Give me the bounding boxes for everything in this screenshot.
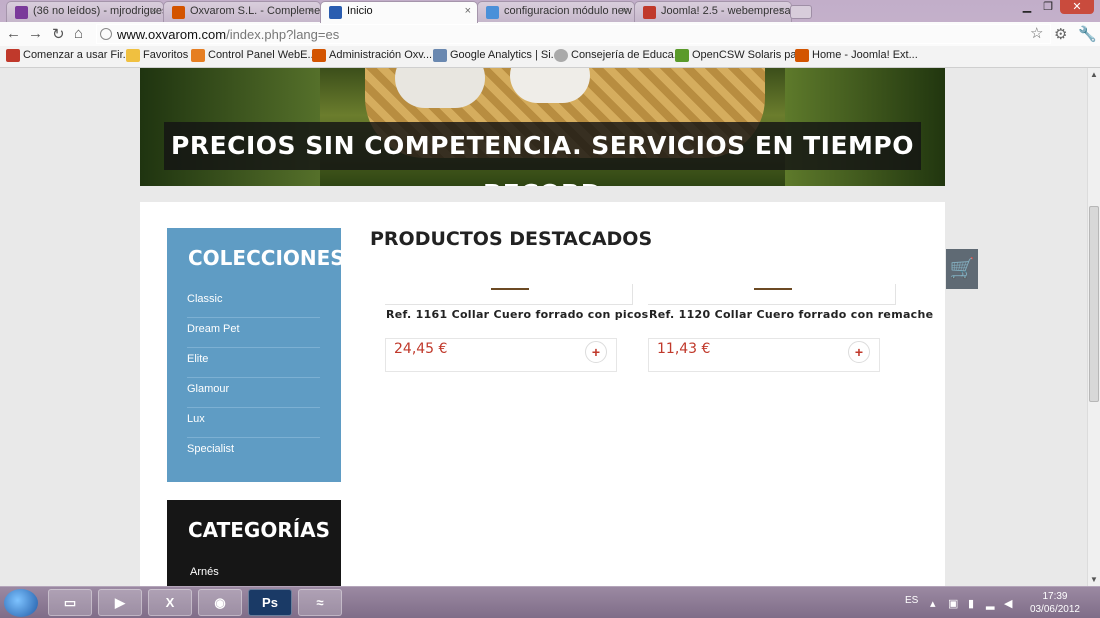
folder-icon: [126, 49, 140, 62]
add-to-cart-button[interactable]: +: [585, 341, 607, 363]
home-icon[interactable]: ⌂: [74, 25, 83, 42]
close-icon[interactable]: ×: [151, 5, 157, 17]
product-image-placeholder: [491, 288, 529, 290]
tab-inicio[interactable]: Inicio ×: [320, 1, 478, 23]
tab-strip: (36 no leídos) - mjrodrigues × Oxvarom S…: [0, 0, 1100, 23]
product-name[interactable]: Ref. 1120 Collar Cuero forrado con remac…: [649, 308, 933, 321]
minimize-button[interactable]: ▁: [1018, 0, 1036, 14]
main-content: COLECCIONES Classic Dream Pet Elite Glam…: [140, 202, 945, 586]
menu-item-lux[interactable]: Lux: [187, 408, 320, 438]
cpanel-icon: [191, 49, 205, 62]
product-card: Ref. 1120 Collar Cuero forrado con remac…: [648, 284, 933, 384]
close-icon[interactable]: ×: [622, 5, 628, 17]
new-tab-button[interactable]: [790, 5, 812, 19]
product-name[interactable]: Ref. 1161 Collar Cuero forrado con picos: [386, 308, 648, 321]
page-info-icon: [100, 28, 112, 40]
menu-item-elite[interactable]: Elite: [187, 348, 320, 378]
google-icon: [486, 6, 499, 19]
colecciones-menu: COLECCIONES Classic Dream Pet Elite Glam…: [167, 228, 345, 482]
explorer-icon[interactable]: ▭: [48, 589, 92, 616]
tab-joomla[interactable]: Joomla! 2.5 - webempresa.j ×: [634, 1, 792, 22]
bookmark-item[interactable]: Consejería de Educa...: [554, 49, 683, 62]
photoshop-icon[interactable]: Ps: [248, 589, 292, 616]
browser-window: (36 no leídos) - mjrodrigues × Oxvarom S…: [0, 0, 1100, 618]
forward-icon[interactable]: →: [28, 25, 43, 42]
product-card: Ref. 1161 Collar Cuero forrado con picos…: [385, 284, 648, 384]
firefox-icon: [6, 49, 20, 62]
dog-image: [510, 68, 590, 103]
signal-icon[interactable]: ▂: [986, 597, 994, 610]
joomla-icon: [795, 49, 809, 62]
browser-toolbar: ← → ↻ ⌂ www.oxvarom.com/index.php?lang=e…: [0, 22, 1100, 46]
price-box: 11,43 € +: [648, 338, 880, 372]
categorias-title: CATEGORÍAS: [188, 518, 331, 542]
media-player-icon[interactable]: ▶: [98, 589, 142, 616]
bookmark-star-icon[interactable]: ☆: [1030, 24, 1043, 42]
taskbar: ▭ ▶ X ◉ Ps ≈ ES ▴ ▣ ▮ ▂ ◀ 17:39 03/06/20…: [0, 586, 1100, 618]
mail-icon: [15, 6, 28, 19]
scrollbar-thumb[interactable]: [1089, 206, 1099, 402]
scrollbar[interactable]: ▲ ▼: [1087, 68, 1100, 586]
reload-icon[interactable]: ↻: [52, 25, 65, 43]
bookmark-item[interactable]: Control Panel WebE...: [191, 49, 317, 62]
tab-oxvarom[interactable]: Oxvarom S.L. - Complemen ×: [163, 1, 321, 22]
products-heading: PRODUCTOS DESTACADOS: [370, 228, 653, 250]
excel-icon[interactable]: X: [148, 589, 192, 616]
page-viewport: PRECIOS SIN COMPETENCIA. SERVICIOS EN TI…: [0, 68, 1087, 586]
menu-item-glamour[interactable]: Glamour: [187, 378, 320, 408]
maximize-button[interactable]: ❐: [1039, 0, 1057, 14]
network-icon[interactable]: ▣: [948, 597, 958, 610]
product-price: 11,43 €: [657, 341, 711, 357]
scroll-up-icon[interactable]: ▲: [1090, 70, 1098, 79]
bookmarks-bar: Comenzar a usar Fir... Favoritos Control…: [0, 46, 1100, 68]
chrome-icon[interactable]: ◉: [198, 589, 242, 616]
bookmark-item[interactable]: OpenCSW Solaris pa...: [675, 49, 806, 62]
menu-item-arnes[interactable]: Arnés: [190, 566, 219, 578]
joomla-icon: [643, 6, 656, 19]
bookmark-item[interactable]: Administración Oxv...: [312, 49, 432, 62]
wrench-icon[interactable]: 🔧: [1078, 25, 1097, 43]
close-window-button[interactable]: ✕: [1060, 0, 1094, 14]
close-icon[interactable]: ×: [465, 5, 471, 17]
analytics-icon: [433, 49, 447, 62]
price-box: 24,45 € +: [385, 338, 617, 372]
close-icon[interactable]: ×: [308, 5, 314, 17]
bookmark-item[interactable]: Google Analytics | Si...: [433, 49, 560, 62]
page-icon: [329, 6, 342, 19]
clock[interactable]: 17:39 03/06/2012: [1030, 590, 1080, 616]
joomla-icon: [172, 6, 185, 19]
bookmark-item[interactable]: Home - Joomla! Ext...: [795, 49, 918, 62]
colecciones-title: COLECCIONES: [188, 246, 345, 270]
show-hidden-icon[interactable]: ▴: [930, 597, 936, 610]
menu-item-classic[interactable]: Classic: [187, 288, 320, 318]
globe-icon: [554, 49, 568, 62]
add-to-cart-button[interactable]: +: [848, 341, 870, 363]
tab-configuracion[interactable]: configuracion módulo new ×: [477, 1, 635, 22]
language-indicator[interactable]: ES: [905, 595, 918, 606]
cart-icon[interactable]: 🛒: [946, 249, 978, 289]
battery-icon[interactable]: ▮: [968, 597, 974, 610]
extension-icon[interactable]: ⚙: [1054, 25, 1067, 43]
back-icon[interactable]: ←: [6, 25, 21, 42]
dog-image: [395, 68, 485, 108]
joomla-icon: [312, 49, 326, 62]
bookmark-folder[interactable]: Favoritos: [126, 49, 188, 62]
menu-item-specialist[interactable]: Specialist: [187, 438, 320, 468]
app-icon[interactable]: ≈: [298, 589, 342, 616]
start-button[interactable]: [4, 589, 38, 617]
volume-icon[interactable]: ◀: [1004, 597, 1012, 610]
categorias-menu: CATEGORÍAS Arnés: [167, 500, 341, 586]
tab-mail[interactable]: (36 no leídos) - mjrodrigues ×: [6, 1, 164, 22]
product-price: 24,45 €: [394, 341, 448, 357]
banner-text: PRECIOS SIN COMPETENCIA. SERVICIOS EN TI…: [171, 131, 914, 186]
product-image-placeholder: [754, 288, 792, 290]
bookmark-item[interactable]: Comenzar a usar Fir...: [6, 49, 132, 62]
system-tray: ES ▴ ▣ ▮ ▂ ◀ 17:39 03/06/2012: [900, 587, 1100, 618]
address-bar[interactable]: www.oxvarom.com/index.php?lang=es: [96, 24, 1051, 44]
close-icon[interactable]: ×: [779, 5, 785, 17]
scroll-down-icon[interactable]: ▼: [1090, 575, 1098, 584]
opencsw-icon: [675, 49, 689, 62]
menu-item-dream-pet[interactable]: Dream Pet: [187, 318, 320, 348]
hero-banner: PRECIOS SIN COMPETENCIA. SERVICIOS EN TI…: [140, 68, 945, 186]
